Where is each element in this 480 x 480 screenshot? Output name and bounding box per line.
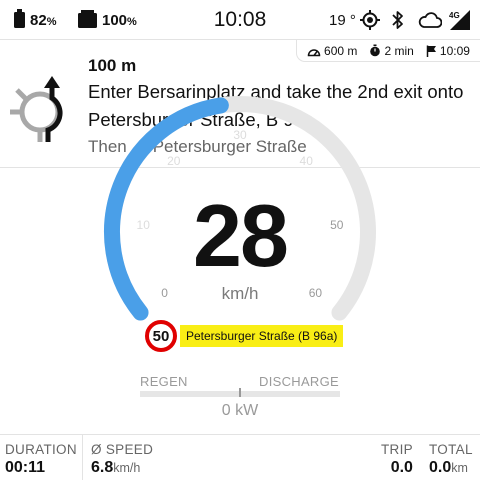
- total-unit: km: [451, 461, 468, 475]
- trip-stat: TRIP 0.0: [381, 435, 413, 477]
- total-stat: TOTAL 0.0km: [429, 435, 473, 477]
- discharge-label: DISCHARGE: [259, 374, 339, 389]
- trip-stats-bar: DURATION 00:11 Ø SPEED 6.8km/h TRIP 0.0 …: [0, 434, 480, 480]
- total-value: 0.0: [429, 459, 452, 476]
- trip-value: 0.0: [390, 459, 413, 476]
- trip-label: TRIP: [381, 442, 413, 457]
- speed-unit: km/h: [221, 284, 259, 303]
- current-speed: 28: [193, 186, 289, 285]
- stats-divider: [82, 435, 83, 480]
- speed-limit-sign: 50: [145, 320, 177, 352]
- gauge-tick-label: 40: [300, 154, 314, 168]
- duration-value: 00:11: [5, 459, 46, 476]
- regen-label: REGEN: [140, 374, 188, 389]
- power-readout: 0 kW: [221, 402, 259, 419]
- gauge-tick-label: 30: [233, 128, 247, 142]
- power-bar-center-marker: [239, 388, 241, 397]
- avg-speed-value: 6.8: [91, 459, 114, 476]
- avg-speed-unit: km/h: [113, 461, 141, 475]
- road-name-badge: Petersburger Straße (B 96a): [180, 325, 344, 347]
- gauge-tick-label: 20: [167, 154, 181, 168]
- avg-speed-label: Ø SPEED: [91, 442, 154, 457]
- duration-label: DURATION: [5, 442, 77, 457]
- total-label: TOTAL: [429, 442, 473, 457]
- avg-speed-stat: Ø SPEED 6.8km/h: [91, 435, 153, 477]
- duration-stat: DURATION 00:11: [5, 435, 77, 477]
